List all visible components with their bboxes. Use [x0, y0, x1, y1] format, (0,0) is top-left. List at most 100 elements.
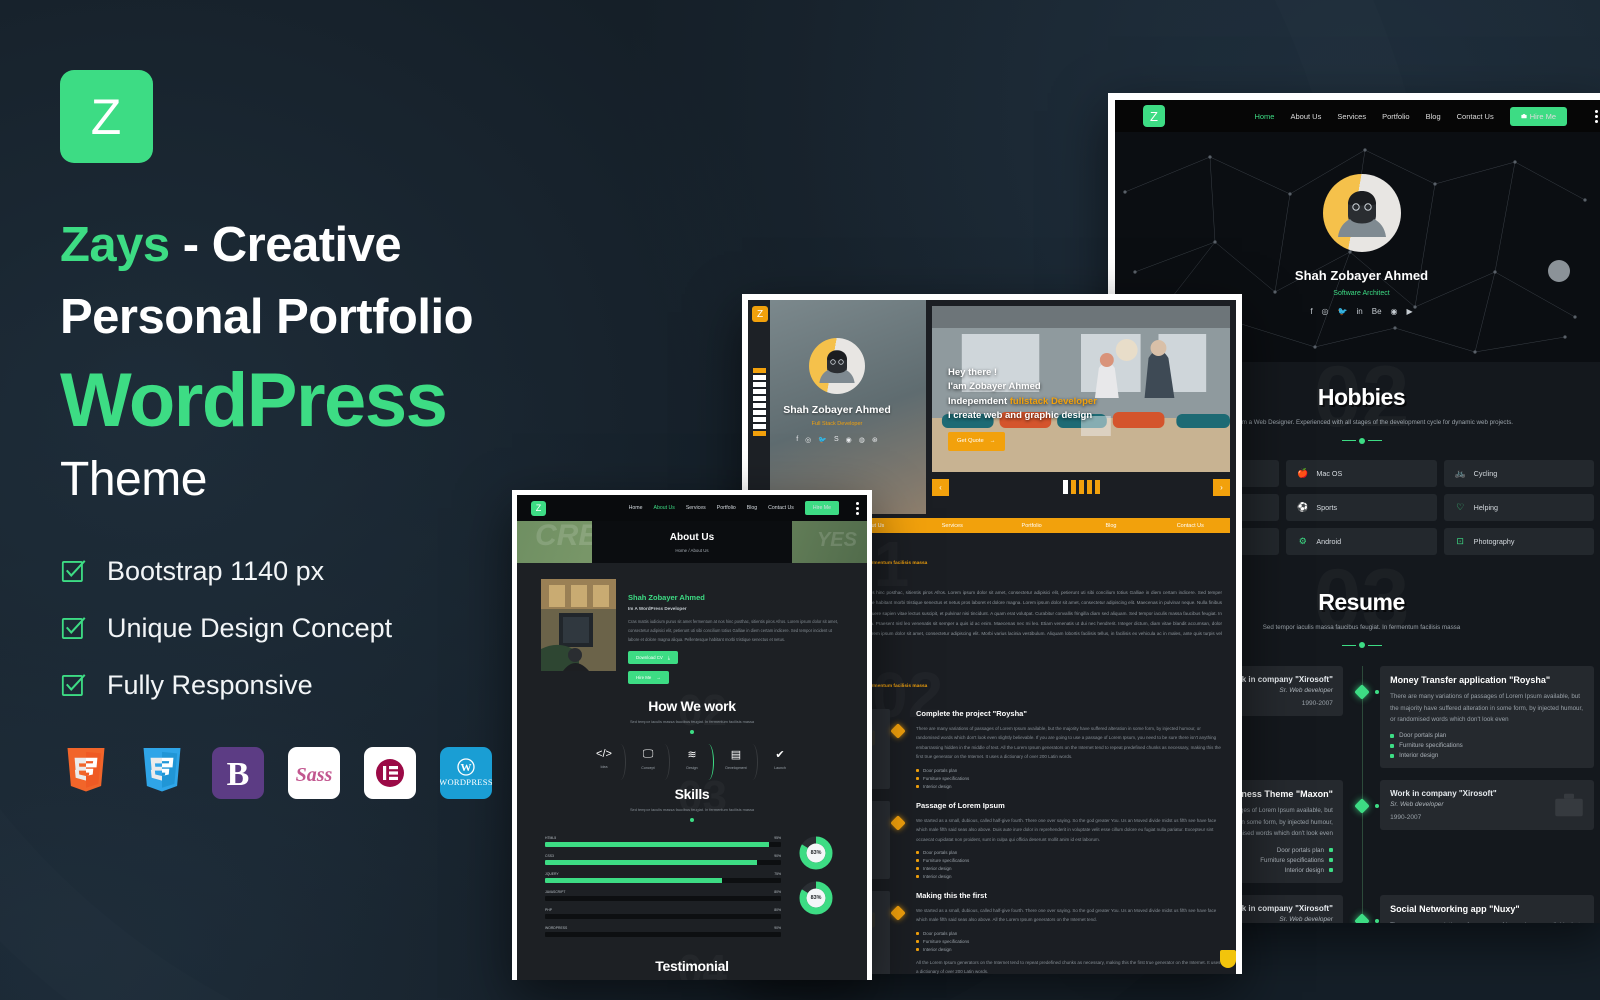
- timeline-detail-card: Money Transfer application "Roysha" Ther…: [1380, 666, 1594, 769]
- nav-item-contact-us[interactable]: Contact Us: [1151, 518, 1230, 533]
- nav-item-about-us[interactable]: About Us: [653, 505, 674, 511]
- bullet-label: Furniture specifications: [923, 775, 970, 781]
- orange-hero-panel: Hey there ! I'am Zobayer Ahmed Indepemde…: [926, 300, 1236, 514]
- download-icon: ⤓: [667, 655, 670, 661]
- work-step[interactable]: ▤ Development: [714, 744, 758, 781]
- behance-icon[interactable]: Be: [1372, 307, 1382, 316]
- step-label: Idea: [600, 765, 608, 770]
- skills-watermark: 03: [678, 772, 727, 822]
- bullet-label: Furniture specifications: [923, 858, 970, 864]
- menu-kebab-icon[interactable]: [1595, 109, 1598, 123]
- navbar-menu: Home About Us Services Portfolio Blog Co…: [1254, 106, 1598, 126]
- skill-label: CSS3: [545, 854, 554, 859]
- nav-item-contact-us[interactable]: Contact Us: [1457, 112, 1494, 121]
- hobby-label: Photography: [1473, 536, 1515, 546]
- hobby-item[interactable]: 🍎 Mac OS: [1286, 459, 1437, 487]
- slider-progress[interactable]: [1062, 480, 1100, 494]
- nav-item-services[interactable]: Services: [1337, 112, 1366, 121]
- orange-top-row: Z Shah Zobayer Ahmed Full Stack Develope…: [748, 300, 1236, 514]
- work-steps: </> Idea 🖵 Concept ≋ Design ▤ Development ✔ L…: [541, 744, 843, 781]
- work-step[interactable]: ≋ Design: [670, 744, 714, 781]
- hobby-label: Android: [1316, 536, 1342, 546]
- svg-text:WORDPRESS: WORDPRESS: [440, 777, 492, 787]
- work-step[interactable]: 🖵 Concept: [626, 744, 670, 781]
- resume-heading: Passage of Lorem Ipsum: [916, 800, 1005, 810]
- page-title: Zays - Creative Personal Portfolio WordP…: [60, 219, 580, 506]
- hero-line-4: I create web and graphic design: [948, 409, 1093, 421]
- hobby-item[interactable]: ♡ Helping: [1443, 493, 1594, 521]
- title-line-2: Personal Portfolio: [60, 289, 474, 344]
- resume-bullet: Furniture specifications: [916, 858, 1222, 863]
- timeline-body: There are many variations of passages of…: [1390, 920, 1584, 923]
- skill-fill: [545, 878, 722, 884]
- avatar: [1322, 174, 1401, 252]
- instagram-icon[interactable]: ◎: [805, 436, 811, 444]
- avatar: [809, 338, 865, 394]
- skill-track: [545, 842, 781, 848]
- hero-line-1: Hey there !: [948, 367, 998, 378]
- nav-item-home[interactable]: Home: [1254, 112, 1274, 121]
- slider-next-button[interactable]: ›: [1213, 478, 1230, 496]
- resume-bullet: Interior design: [916, 874, 1222, 879]
- timeline-node-dot: [1374, 918, 1379, 923]
- nav-item-blog[interactable]: Blog: [1426, 112, 1441, 121]
- twitter-icon[interactable]: 🐦: [818, 436, 827, 444]
- bullet-label: Interior design: [1399, 752, 1439, 760]
- skill-item: CSS3 90%: [545, 854, 781, 866]
- behance-icon[interactable]: ⊛: [872, 436, 878, 444]
- resume-bullet: Door portals plan: [916, 850, 1222, 855]
- youtube-icon[interactable]: ▶: [1407, 307, 1413, 316]
- menu-kebab-icon[interactable]: [856, 501, 859, 515]
- badge-decoration: [1220, 950, 1236, 968]
- feature-item: Bootstrap 1140 px: [60, 556, 580, 587]
- bullet-label: Interior design: [923, 946, 952, 952]
- dribbble-icon[interactable]: ◉: [1391, 307, 1398, 316]
- facebook-icon[interactable]: f: [1310, 307, 1312, 316]
- timeline-bullet: Interior design: [1390, 752, 1584, 759]
- download-cv-label: Download CV: [636, 655, 663, 661]
- nav-item-contact-us[interactable]: Contact Us: [768, 505, 794, 511]
- poster-canvas: Z Zays - Creative Personal Portfolio Wor…: [0, 0, 1600, 1000]
- resume-bullet: Furniture specifications: [916, 939, 1222, 944]
- football-icon: ⚽: [1297, 501, 1309, 512]
- nav-item-portfolio[interactable]: Portfolio: [992, 518, 1071, 533]
- hobby-item[interactable]: ⚽ Sports: [1286, 493, 1437, 521]
- github-icon[interactable]: ◍: [859, 436, 865, 444]
- orange-logo[interactable]: Z: [752, 306, 768, 322]
- nav-item-services[interactable]: Services: [686, 505, 706, 511]
- hire-me-button[interactable]: Hire Me →: [628, 671, 669, 685]
- dribbble-icon[interactable]: ◉: [846, 436, 852, 444]
- nav-item-services[interactable]: Services: [913, 518, 992, 533]
- instagram-icon[interactable]: ◎: [1322, 307, 1329, 316]
- facebook-icon[interactable]: f: [796, 436, 798, 444]
- work-step[interactable]: ✔ Launch: [758, 748, 802, 770]
- hire-me-button[interactable]: Hire Me: [804, 501, 839, 515]
- hire-me-button[interactable]: Hire Me: [1509, 106, 1567, 126]
- hobby-item[interactable]: ⊡ Photography: [1443, 527, 1594, 555]
- nav-item-home[interactable]: Home: [629, 505, 643, 511]
- skill-label: JAVASCRIPT: [545, 890, 566, 895]
- resume-watermark: 03: [1314, 551, 1410, 650]
- linkedin-icon[interactable]: in: [1357, 307, 1363, 316]
- bullet-label: Interior design: [923, 783, 952, 789]
- work-step[interactable]: </> Idea: [582, 744, 626, 781]
- get-quote-button[interactable]: Get Quote →: [948, 432, 1005, 451]
- slider-prev-button[interactable]: ‹: [932, 478, 949, 496]
- svg-text:W: W: [461, 762, 472, 774]
- bullet-label: Interior design: [923, 866, 952, 872]
- bullet-label: Furniture specifications: [1399, 742, 1463, 750]
- skype-icon[interactable]: S: [834, 436, 839, 444]
- nav-item-about-us[interactable]: About Us: [1290, 112, 1321, 121]
- navbar-logo[interactable]: Z: [1143, 105, 1165, 127]
- nav-item-portfolio[interactable]: Portfolio: [1382, 112, 1410, 121]
- twitter-icon[interactable]: 🐦: [1338, 307, 1348, 316]
- nav-item-blog[interactable]: Blog: [747, 505, 757, 511]
- hobby-item[interactable]: 🚲 Cycling: [1443, 459, 1594, 487]
- skill-item: PHP 80%: [545, 908, 781, 920]
- check-square-icon: [60, 672, 87, 699]
- nav-item-portfolio[interactable]: Portfolio: [717, 505, 736, 511]
- download-cv-button[interactable]: Download CV ⤓: [628, 651, 678, 665]
- navbar-menu: Home About Us Services Portfolio Blog Co…: [629, 501, 859, 515]
- about-subtitle: Im A WordPress Developer: [628, 606, 687, 611]
- nav-item-blog[interactable]: Blog: [1071, 518, 1150, 533]
